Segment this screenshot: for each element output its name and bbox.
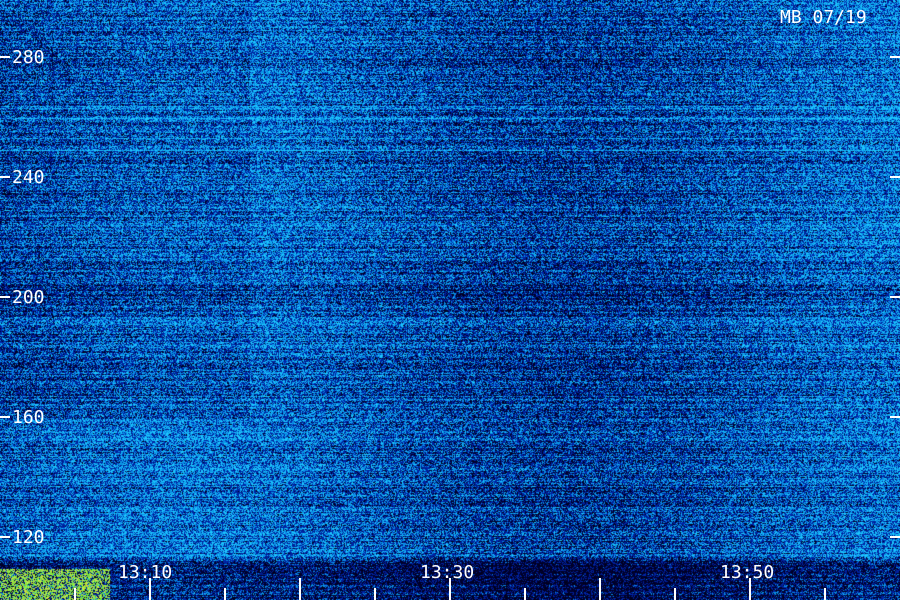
y-tick-label: 240 xyxy=(12,167,45,188)
spectrogram-view: MB 07/19 280 240 200 160 120 13:10 13:30… xyxy=(0,0,900,600)
y-tick-label: 200 xyxy=(12,287,45,308)
x-tick-label: 13:10 xyxy=(118,562,172,583)
chart-title: MB 07/19 xyxy=(780,7,867,28)
x-tick-label: 13:30 xyxy=(420,562,474,583)
y-tick-label: 160 xyxy=(12,407,45,428)
y-tick-label: 120 xyxy=(12,527,45,548)
chart-overlay: MB 07/19 280 240 200 160 120 13:10 13:30… xyxy=(0,7,900,600)
y-tick-label: 280 xyxy=(12,47,45,68)
x-tick-label: 13:50 xyxy=(720,562,774,583)
